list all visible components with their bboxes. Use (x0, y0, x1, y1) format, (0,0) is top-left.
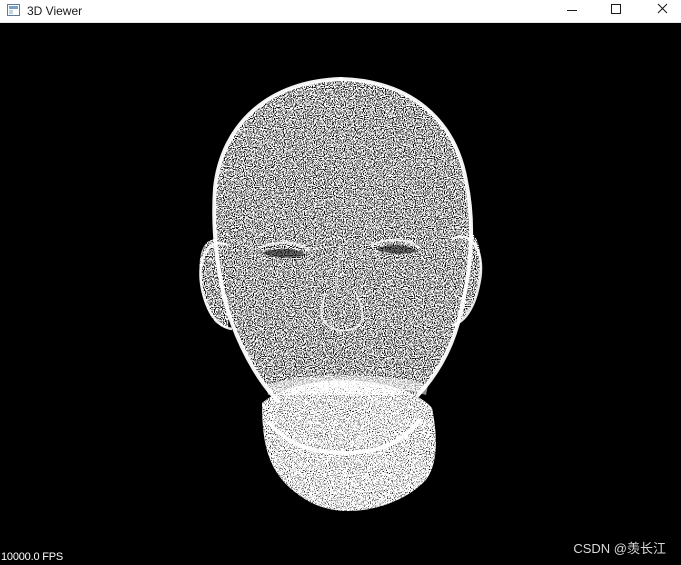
close-button[interactable] (639, 0, 681, 22)
point-cloud-head (199, 77, 483, 511)
minimize-button[interactable] (549, 0, 595, 22)
window-title: 3D Viewer (27, 4, 83, 18)
watermark-label: CSDN @羡长江 (573, 541, 666, 556)
viewer-window: 3D Viewer 10000.0 FPS CSDN @羡长江 (0, 0, 681, 565)
maximize-button[interactable] (593, 0, 639, 22)
maximize-icon (611, 4, 621, 14)
minimize-icon (567, 10, 577, 11)
close-icon (657, 3, 668, 14)
title-bar[interactable]: 3D Viewer (0, 0, 681, 23)
fps-counter: 10000.0 FPS (1, 551, 64, 563)
app-window-icon (7, 4, 20, 16)
3d-viewport[interactable]: 10000.0 FPS CSDN @羡长江 (0, 23, 681, 565)
